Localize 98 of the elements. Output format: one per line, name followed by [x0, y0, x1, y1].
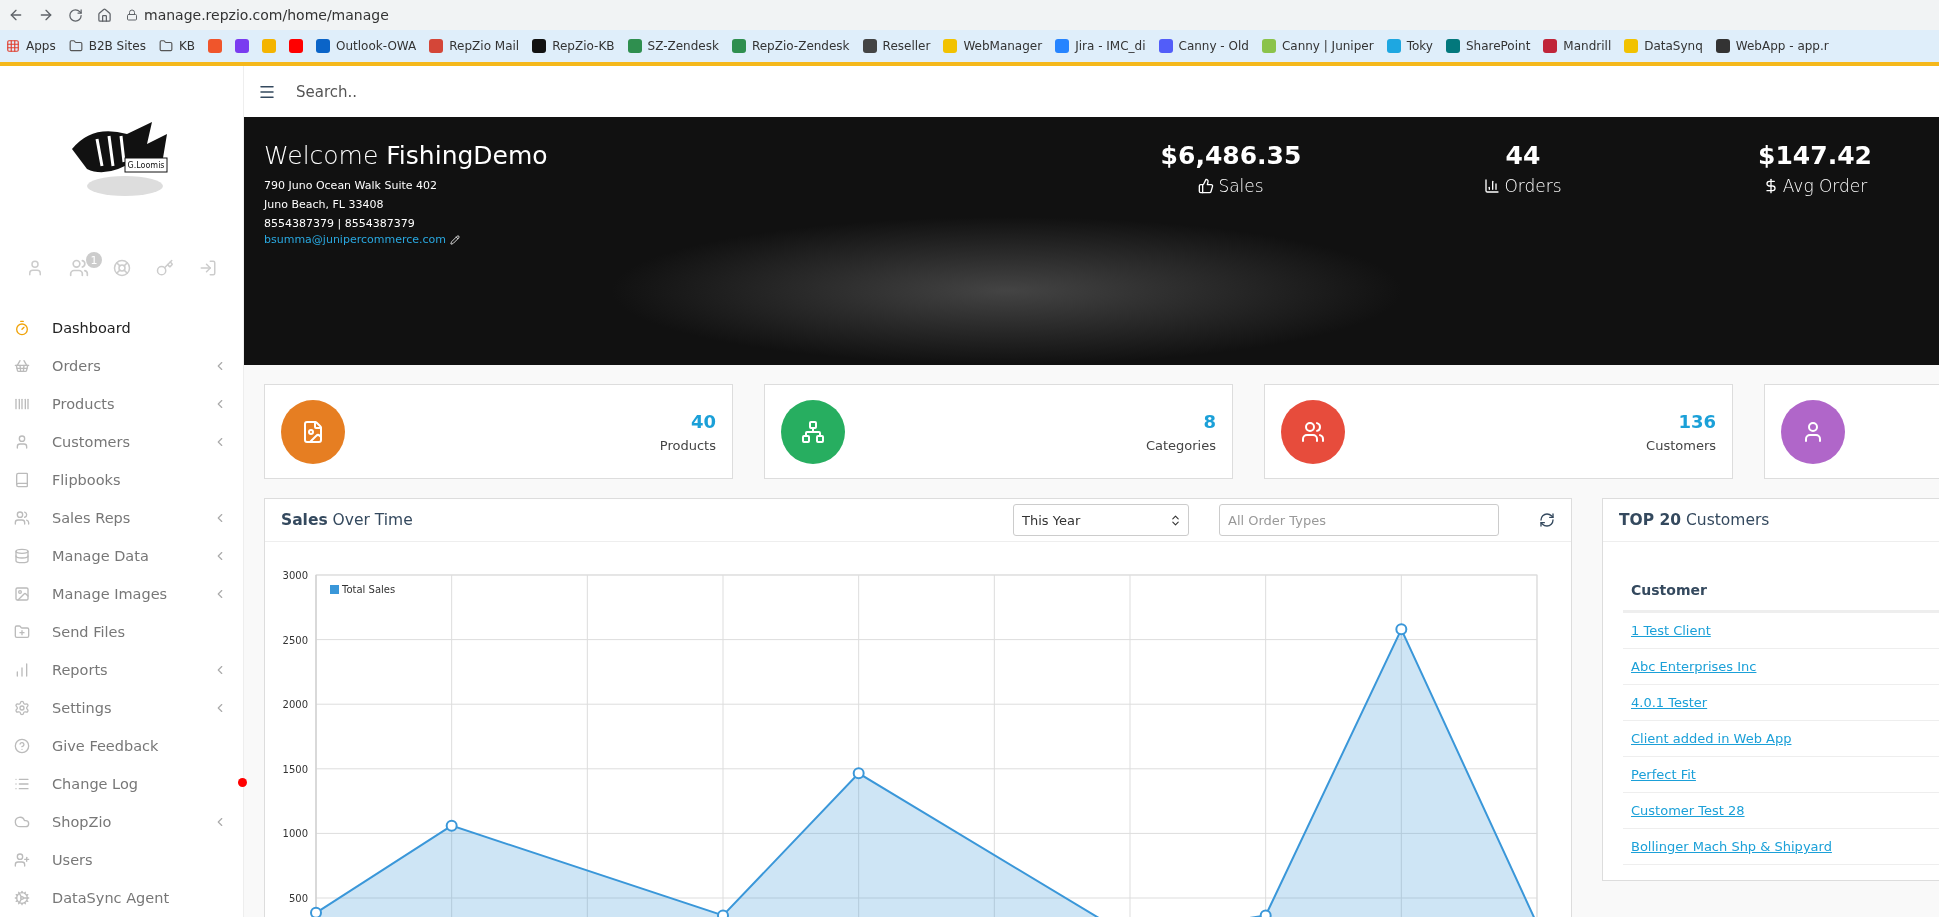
bookmark-link[interactable]: Mandrill	[1563, 39, 1612, 53]
folder-icon	[68, 39, 83, 53]
stat-label: Orders	[1504, 176, 1562, 196]
menu-item-icon	[14, 358, 30, 374]
menu-item-icon	[14, 510, 30, 526]
stat-value: $147.42	[1758, 141, 1872, 170]
back-icon[interactable]	[8, 7, 24, 23]
stat-label: Sales	[1218, 176, 1264, 196]
sidebar-item[interactable]: ShopZio	[0, 803, 243, 841]
sidebar-item[interactable]: Send Files	[0, 613, 243, 651]
menu-item-icon	[14, 738, 30, 754]
apps-grid-icon	[6, 39, 20, 53]
sidebar-item[interactable]: Sales Reps	[0, 499, 243, 537]
address-line: 790 Juno Ocean Walk Suite 402	[264, 178, 438, 194]
bookmark-link[interactable]: RepZio-KB	[552, 39, 615, 53]
sidebar-item[interactable]: DataSync Agent	[0, 879, 243, 917]
sidebar-item[interactable]: Dashboard	[0, 309, 243, 347]
menu-item-icon	[14, 624, 30, 640]
menu-item-icon	[14, 548, 30, 564]
menu-item-icon	[14, 434, 30, 450]
lock-icon	[126, 9, 138, 21]
menu-item-icon	[14, 320, 30, 336]
sidebar-item[interactable]: Products	[0, 385, 243, 423]
bookmark-link[interactable]: B2B Sites	[88, 39, 146, 53]
bookmark-link[interactable]: Outlook-OWA	[336, 39, 417, 53]
sidebar-item[interactable]: Change Log	[0, 765, 243, 803]
pencil-icon	[450, 234, 460, 245]
period-select[interactable]: This Year	[1013, 504, 1189, 536]
bookmark-link[interactable]: WebApp - app.r	[1735, 39, 1829, 53]
menu-item-icon	[14, 586, 30, 602]
menu-item-icon	[14, 776, 30, 792]
bookmark-link[interactable]: Apps	[26, 39, 56, 53]
bookmark-link[interactable]: RepZio Mail	[449, 39, 520, 53]
card-label: Customers	[1646, 437, 1716, 453]
y-tick-label: 2500	[282, 634, 308, 646]
stat-icon	[1198, 178, 1215, 194]
bookmark-link[interactable]: KB	[178, 39, 196, 53]
card-label: Categories	[1145, 437, 1216, 453]
bookmark-link[interactable]: RepZio-Zendesk	[751, 39, 850, 53]
stat-icon	[1484, 178, 1501, 194]
sidebar-item[interactable]: Manage Data	[0, 537, 243, 575]
column-header: Customer	[1623, 570, 1939, 613]
data-point	[1395, 623, 1408, 636]
menu-item-icon	[14, 852, 30, 868]
menu-item-icon	[14, 890, 30, 906]
panel-title: Sales Over Time	[281, 511, 414, 529]
sidebar-item[interactable]: Reports	[0, 651, 243, 689]
y-tick-label: 1500	[282, 763, 308, 775]
welcome-heading: Welcome FishingDemo	[264, 141, 548, 170]
menu-item-icon	[14, 472, 30, 488]
sidebar-item[interactable]: Flipbooks	[0, 461, 243, 499]
y-tick-label: 2000	[282, 699, 308, 711]
card-label: Products	[659, 437, 716, 453]
panel-title: TOP 20 Customers	[1619, 511, 1771, 529]
stat-label: Avg Order	[1782, 176, 1868, 196]
bookmark-link[interactable]: Jira - IMC_di	[1075, 39, 1146, 53]
home-icon[interactable]	[97, 7, 112, 23]
y-axis: 500 1000 1500 2000 2500 3000	[282, 570, 317, 917]
legend-swatch-icon	[330, 585, 339, 594]
bookmark-link[interactable]: SharePoint	[1465, 39, 1531, 53]
stat-value: 44	[1505, 141, 1541, 170]
bookmark-link[interactable]: SZ-Zendesk	[647, 39, 719, 53]
forward-icon[interactable]	[38, 7, 54, 23]
address-line: 8554387379 | 8554387379	[264, 216, 416, 232]
sidebar-item[interactable]: Settings	[0, 689, 243, 727]
up-down-caret-icon	[1169, 513, 1182, 527]
menu-item-icon	[14, 662, 30, 678]
bookmark-link[interactable]: DataSynq	[1644, 39, 1703, 53]
email-link[interactable]: bsumma@junipercommerce.com	[264, 233, 548, 246]
url-text[interactable]: manage.repzio.com/home/manage	[144, 7, 389, 23]
menu-item-icon	[14, 700, 30, 716]
card-count: 136	[1678, 410, 1716, 432]
data-point	[852, 767, 865, 780]
legend-label: Total Sales	[342, 584, 396, 595]
bookmark-link[interactable]: WebManager	[963, 39, 1043, 53]
bookmark-link[interactable]: Toky	[1406, 39, 1433, 53]
bookmark-link[interactable]: Canny - Old	[1178, 39, 1249, 53]
data-point	[445, 819, 458, 832]
y-tick-label: 500	[288, 893, 308, 904]
refresh-icon[interactable]	[1539, 512, 1555, 528]
stat-value: $6,486.35	[1160, 141, 1302, 170]
sidebar-item[interactable]: Give Feedback	[0, 727, 243, 765]
card-count: 8	[1203, 410, 1216, 432]
sidebar-item[interactable]: Customers	[0, 423, 243, 461]
bookmark-link[interactable]: Reseller	[882, 39, 931, 53]
sidebar-item[interactable]: Manage Images	[0, 575, 243, 613]
y-tick-label: 1000	[282, 828, 308, 840]
order-types-field[interactable]: All Order Types	[1219, 504, 1499, 536]
folder-icon	[158, 39, 173, 53]
sidebar-item[interactable]: Orders	[0, 347, 243, 385]
menu-item-icon	[14, 396, 30, 412]
address-line: Juno Beach, FL 33408	[264, 197, 385, 213]
sidebar-item[interactable]: Users	[0, 841, 243, 879]
y-tick-label: 3000	[282, 570, 308, 581]
menu-item-icon	[14, 814, 30, 830]
reload-icon[interactable]	[68, 7, 83, 23]
card-count: 40	[690, 410, 716, 432]
bookmark-link[interactable]: Canny | Juniper	[1281, 39, 1374, 53]
